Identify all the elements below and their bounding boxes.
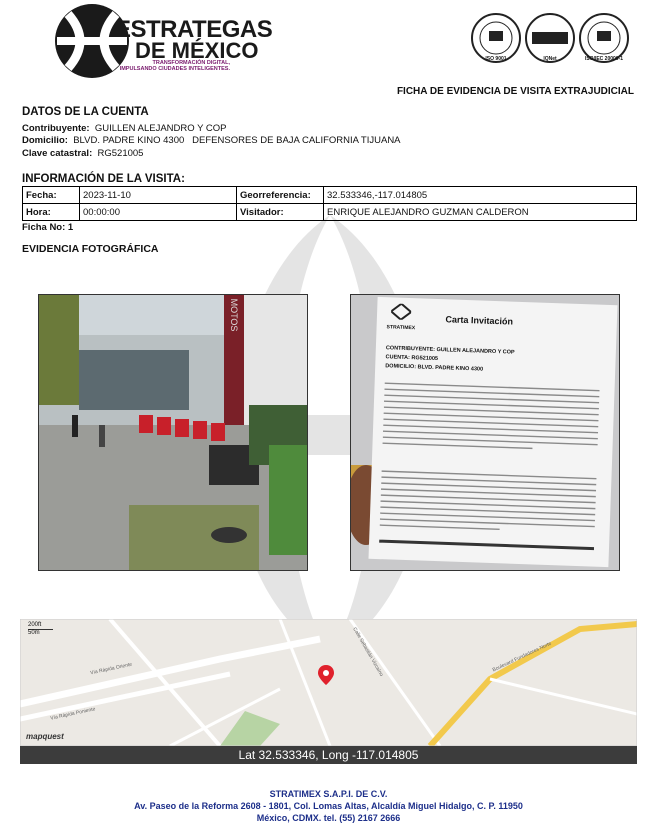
- clave-row: Clave catastral: RG521005: [22, 148, 143, 159]
- cert-label-2: IQNet: [543, 56, 557, 62]
- footer-company: STRATIMEX S.A.P.I. DE C.V.: [269, 789, 388, 799]
- footer-city-phone: México, CDMX. tel. (55) 2167 2666: [256, 813, 401, 823]
- letter-brand: STRATIMEX: [386, 302, 416, 332]
- hora-value: 00:00:00: [79, 203, 237, 221]
- ficha-number: Ficha No: 1: [22, 222, 74, 233]
- storefront-sign-text: MOTOS: [229, 299, 239, 332]
- visitador-value: ENRIQUE ALEJANDRO GUZMAN CALDERON: [323, 203, 637, 221]
- letter-body-text-lines: [379, 382, 600, 551]
- location-map[interactable]: 200ft 50m Vía Rápida Oriente Vía Rápida …: [20, 619, 637, 746]
- clave-value: RG521005: [97, 148, 144, 159]
- cert-label-1: ISO 9001: [485, 56, 507, 62]
- map-scale-m: 50m: [28, 630, 40, 636]
- map-pin-icon[interactable]: [318, 665, 334, 685]
- document-title: FICHA DE EVIDENCIA DE VISITA EXTRAJUDICI…: [396, 86, 634, 97]
- letter-fields: CONTRIBUYENTE: GUILLEN ALEJANDRO Y COP C…: [385, 344, 606, 379]
- visit-section-title: INFORMACIÓN DE LA VISITA:: [22, 173, 185, 185]
- iso-9001-seal-icon: [471, 13, 521, 63]
- brand-tagline: TRANSFORMACIÓN DIGITAL, IMPULSANDO CIUDA…: [119, 60, 230, 72]
- certification-labels: ISO 9001 IQNet ISO/IEC 20000-1: [470, 56, 630, 62]
- contribuyente-value: GUILLEN ALEJANDRO Y COP: [94, 123, 227, 134]
- contribuyente-label: Contribuyente:: [22, 123, 90, 134]
- map-coordinates-caption: Lat 32.533346, Long -117.014805: [20, 746, 637, 764]
- invitation-letter-photo: STRATIMEX Carta Invitación CONTRIBUYENTE…: [350, 294, 620, 571]
- contribuyente-row: Contribuyente: GUILLEN ALEJANDRO Y COP: [22, 123, 227, 134]
- letter-paper: STRATIMEX Carta Invitación CONTRIBUYENTE…: [368, 296, 618, 568]
- mapquest-logo: mapquest: [26, 732, 64, 741]
- letter-header: STRATIMEX Carta Invitación: [386, 302, 607, 338]
- storefront-photo-image: MOTOS: [39, 295, 307, 570]
- fecha-label: Fecha:: [22, 186, 80, 204]
- georef-label: Georreferencia:: [236, 186, 324, 204]
- visitador-label: Visitador:: [236, 203, 324, 221]
- table-row: Hora: 00:00:00 Visitador: ENRIQUE ALEJAN…: [22, 203, 637, 221]
- domicilio-row: Domicilio: BLVD. PADRE KINO 4300 DEFENSO…: [22, 135, 401, 146]
- fecha-value: 2023-11-10: [79, 186, 237, 204]
- evidence-section-title: EVIDENCIA FOTOGRÁFICA: [22, 243, 159, 255]
- table-row: Fecha: 2023-11-10 Georreferencia: 32.533…: [22, 186, 637, 204]
- cert-label-3: ISO/IEC 20000-1: [584, 56, 624, 62]
- account-section-title: DATOS DE LA CUENTA: [22, 106, 149, 118]
- iqnet-seal-icon: [525, 13, 575, 63]
- footer-address: Av. Paseo de la Reforma 2608 - 1801, Col…: [134, 801, 523, 811]
- letter-title: Carta Invitación: [445, 313, 514, 327]
- letter-brand-name: STRATIMEX: [386, 324, 416, 332]
- iso-20000-seal-icon: [579, 13, 629, 63]
- clave-label: Clave catastral:: [22, 148, 93, 159]
- storefront-photo: MOTOS: [38, 294, 308, 571]
- hora-label: Hora:: [22, 203, 80, 221]
- domicilio-label: Domicilio:: [22, 135, 68, 146]
- map-scale: 200ft 50m: [28, 622, 53, 637]
- stratimex-logo-icon: [389, 302, 414, 322]
- visit-info-table: Fecha: 2023-11-10 Georreferencia: 32.533…: [22, 186, 637, 221]
- map-scale-ft: 200ft: [28, 622, 53, 630]
- georef-value: 32.533346,-117.014805: [323, 186, 637, 204]
- domicilio-value: BLVD. PADRE KINO 4300 DEFENSORES DE BAJA…: [73, 135, 401, 146]
